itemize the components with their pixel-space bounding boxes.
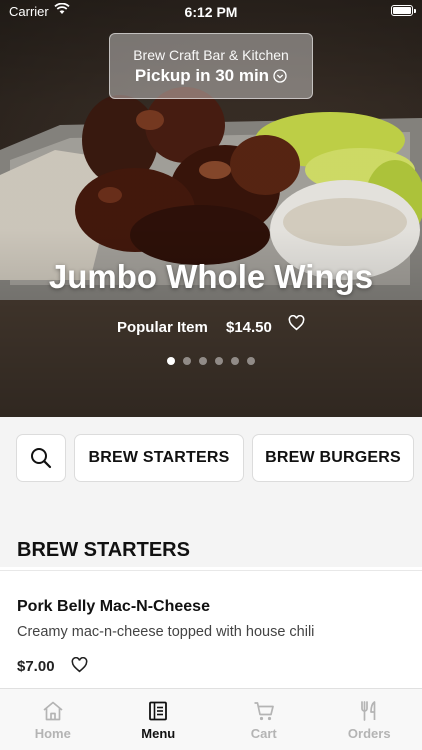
- chevron-down-circle-icon: [273, 69, 287, 83]
- carousel-dot[interactable]: [215, 357, 223, 365]
- status-bar: Carrier 6:12 PM: [0, 0, 422, 24]
- favorite-heart-icon[interactable]: [71, 657, 88, 673]
- battery-icon: [391, 5, 416, 16]
- tab-orders-label: Orders: [347, 726, 391, 741]
- menu-item-description: Creamy mac-n-cheese topped with house ch…: [17, 624, 315, 640]
- cart-icon: [254, 702, 274, 721]
- carousel-dot[interactable]: [167, 357, 175, 365]
- category-button-starters[interactable]: BREW STARTERS: [74, 434, 244, 482]
- section-title: BREW STARTERS: [17, 539, 190, 561]
- tab-menu[interactable]: Menu: [106, 689, 212, 750]
- carousel-dot[interactable]: [247, 357, 255, 365]
- tab-bar: Home Menu Cart Orders: [0, 688, 422, 750]
- category-bar: BREW STARTERS BREW BURGERS BREW STARTERS: [0, 417, 422, 567]
- carousel-dot[interactable]: [199, 357, 207, 365]
- pickup-selector[interactable]: Brew Craft Bar & Kitchen Pickup in 30 mi…: [109, 33, 313, 99]
- tab-home-label: Home: [34, 726, 71, 741]
- search-icon: [31, 448, 52, 469]
- menu-item-name: Pork Belly Mac-N-Cheese: [17, 598, 210, 615]
- menu-icon: [149, 701, 168, 721]
- featured-item-title: Jumbo Whole Wings: [48, 258, 374, 295]
- clock: 6:12 PM: [184, 4, 238, 20]
- tab-orders[interactable]: Orders: [317, 689, 422, 750]
- favorite-heart-icon[interactable]: [288, 314, 305, 331]
- home-icon: [43, 701, 63, 721]
- carousel-pagination[interactable]: [0, 357, 422, 365]
- store-name: Brew Craft Bar & Kitchen: [133, 47, 289, 63]
- category-button-burgers[interactable]: BREW BURGERS: [252, 434, 414, 482]
- tab-menu-label: Menu: [141, 726, 176, 741]
- search-button[interactable]: [16, 434, 66, 482]
- featured-item-meta: Popular Item $14.50: [0, 314, 422, 336]
- fork-knife-icon: [361, 701, 376, 721]
- tab-home[interactable]: Home: [0, 689, 106, 750]
- featured-price: $14.50: [225, 318, 272, 336]
- tab-cart-label: Cart: [250, 726, 277, 741]
- menu-item-card[interactable]: Pork Belly Mac-N-Cheese Creamy mac-n-che…: [0, 570, 422, 688]
- tab-cart[interactable]: Cart: [211, 689, 317, 750]
- carousel-dot[interactable]: [231, 357, 239, 365]
- pickup-time: Pickup in 30 min: [134, 66, 270, 85]
- carousel-dot[interactable]: [183, 357, 191, 365]
- featured-tag: Popular Item: [116, 318, 208, 336]
- featured-hero[interactable]: Carrier 6:12 PM Brew Craft Bar & Kitchen…: [0, 0, 422, 417]
- menu-item-price: $7.00: [17, 658, 55, 675]
